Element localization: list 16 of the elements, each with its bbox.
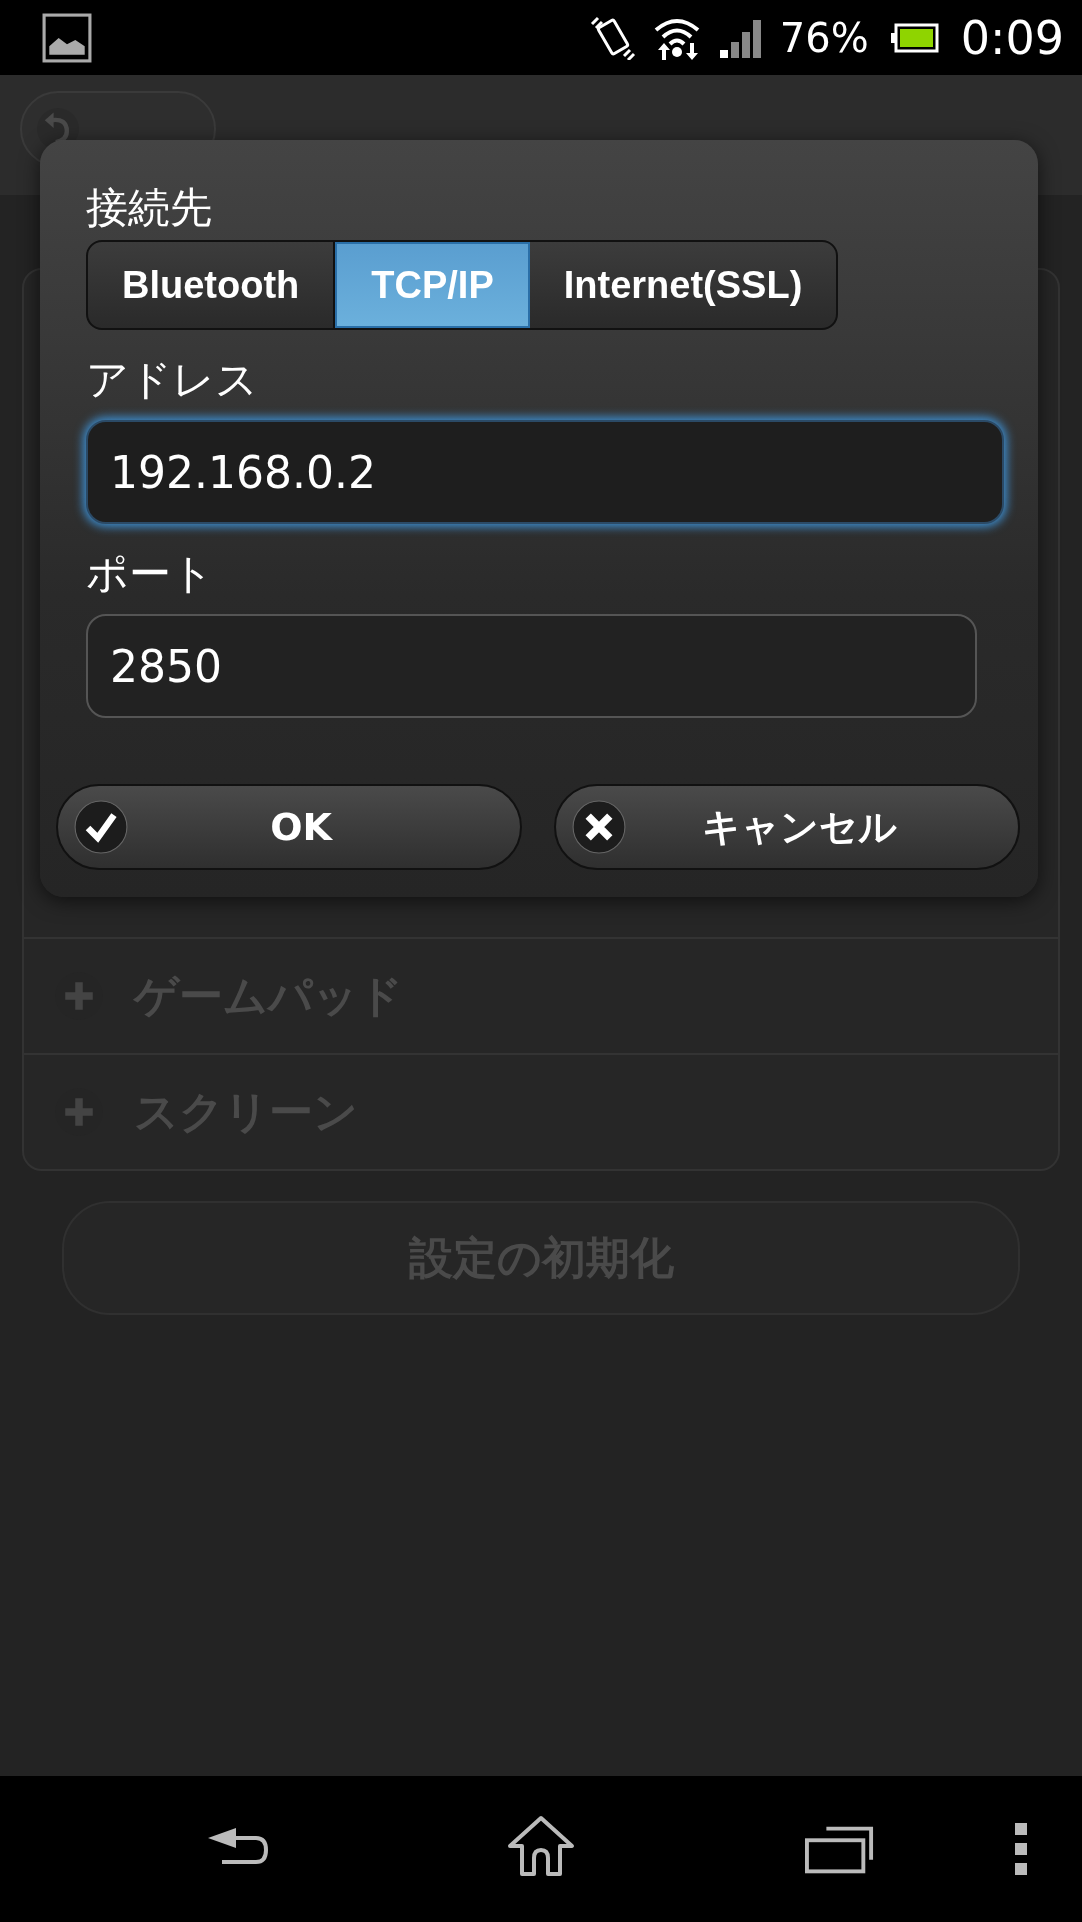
check-icon: [74, 800, 128, 854]
field-label: ポート: [86, 548, 214, 600]
connection-label: 接続先: [86, 182, 212, 234]
home-icon[interactable]: [506, 1814, 576, 1878]
input-field[interactable]: 192.168.0.2: [86, 420, 1004, 524]
cancel-button[interactable]: キャンセル: [554, 784, 1020, 870]
battery-icon: [890, 22, 939, 53]
menu-icon[interactable]: [1014, 1821, 1028, 1877]
connection-tab[interactable]: Internet(SSL): [529, 242, 837, 328]
clock: 0:09: [960, 10, 1064, 65]
picture-icon: [42, 12, 92, 63]
input-field[interactable]: 2850: [86, 614, 977, 718]
field-label: アドレス: [86, 354, 258, 406]
close-icon: [572, 800, 626, 854]
battery-percent: 76%: [779, 14, 869, 61]
ok-button[interactable]: OK: [56, 784, 522, 870]
